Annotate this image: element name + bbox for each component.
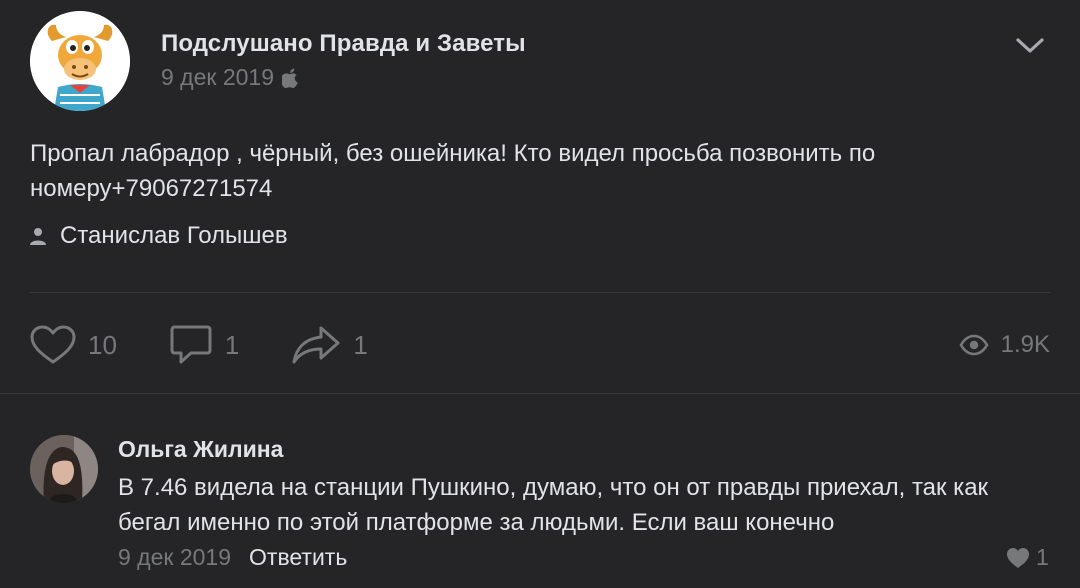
views: 1.9K [959,331,1050,359]
post-divider [30,292,1050,293]
chevron-down-icon[interactable] [1014,34,1046,56]
comment-text: В 7.46 видела на станции Пушкино, думаю,… [118,474,989,536]
apple-icon [282,68,298,88]
comment-count: 1 [224,329,240,360]
eye-icon [959,334,989,356]
group-avatar[interactable] [30,11,130,111]
comment-like-button[interactable]: 1 [1006,544,1049,571]
post: Подслушано Правда и Заветы 9 дек 2019 Пр… [0,0,1080,394]
comment-date[interactable]: 9 дек 2019 [118,544,231,571]
views-count: 1.9K [1000,331,1050,358]
group-name[interactable]: Подслушано Правда и Заветы [161,30,526,58]
post-signer[interactable]: Станислав Голышев [30,222,288,250]
commenter-photo [30,435,98,503]
comment-icon [170,325,212,364]
share-button[interactable]: 1 [291,325,368,365]
comment-footer: 9 дек 2019 Ответить [118,544,347,571]
share-icon [292,326,340,364]
reply-button[interactable]: Ответить [249,544,347,571]
post-text: Пропал лабрадор , чёрный, без ошейника! … [30,140,876,202]
heart-icon [30,325,76,364]
post-date-row: 9 дек 2019 [161,64,300,91]
signer-name[interactable]: Станислав Голышев [60,222,288,250]
commenter-avatar[interactable] [30,435,98,503]
post-actions: 10 1 1 1.9K [30,322,1050,368]
share-count: 1 [353,329,368,360]
heart-filled-icon [1007,547,1029,568]
like-button[interactable]: 10 [30,325,117,365]
post-date[interactable]: 9 дек 2019 [161,64,274,91]
comment: Ольга Жилина В 7.46 видела на станции Пу… [0,394,1080,588]
comment-author[interactable]: Ольга Жилина [118,436,283,463]
moose-logo [30,11,130,111]
like-count: 10 [88,329,117,360]
comment-button[interactable]: 1 [169,324,239,366]
comment-like-count: 1 [1036,544,1049,570]
user-icon [30,228,46,245]
